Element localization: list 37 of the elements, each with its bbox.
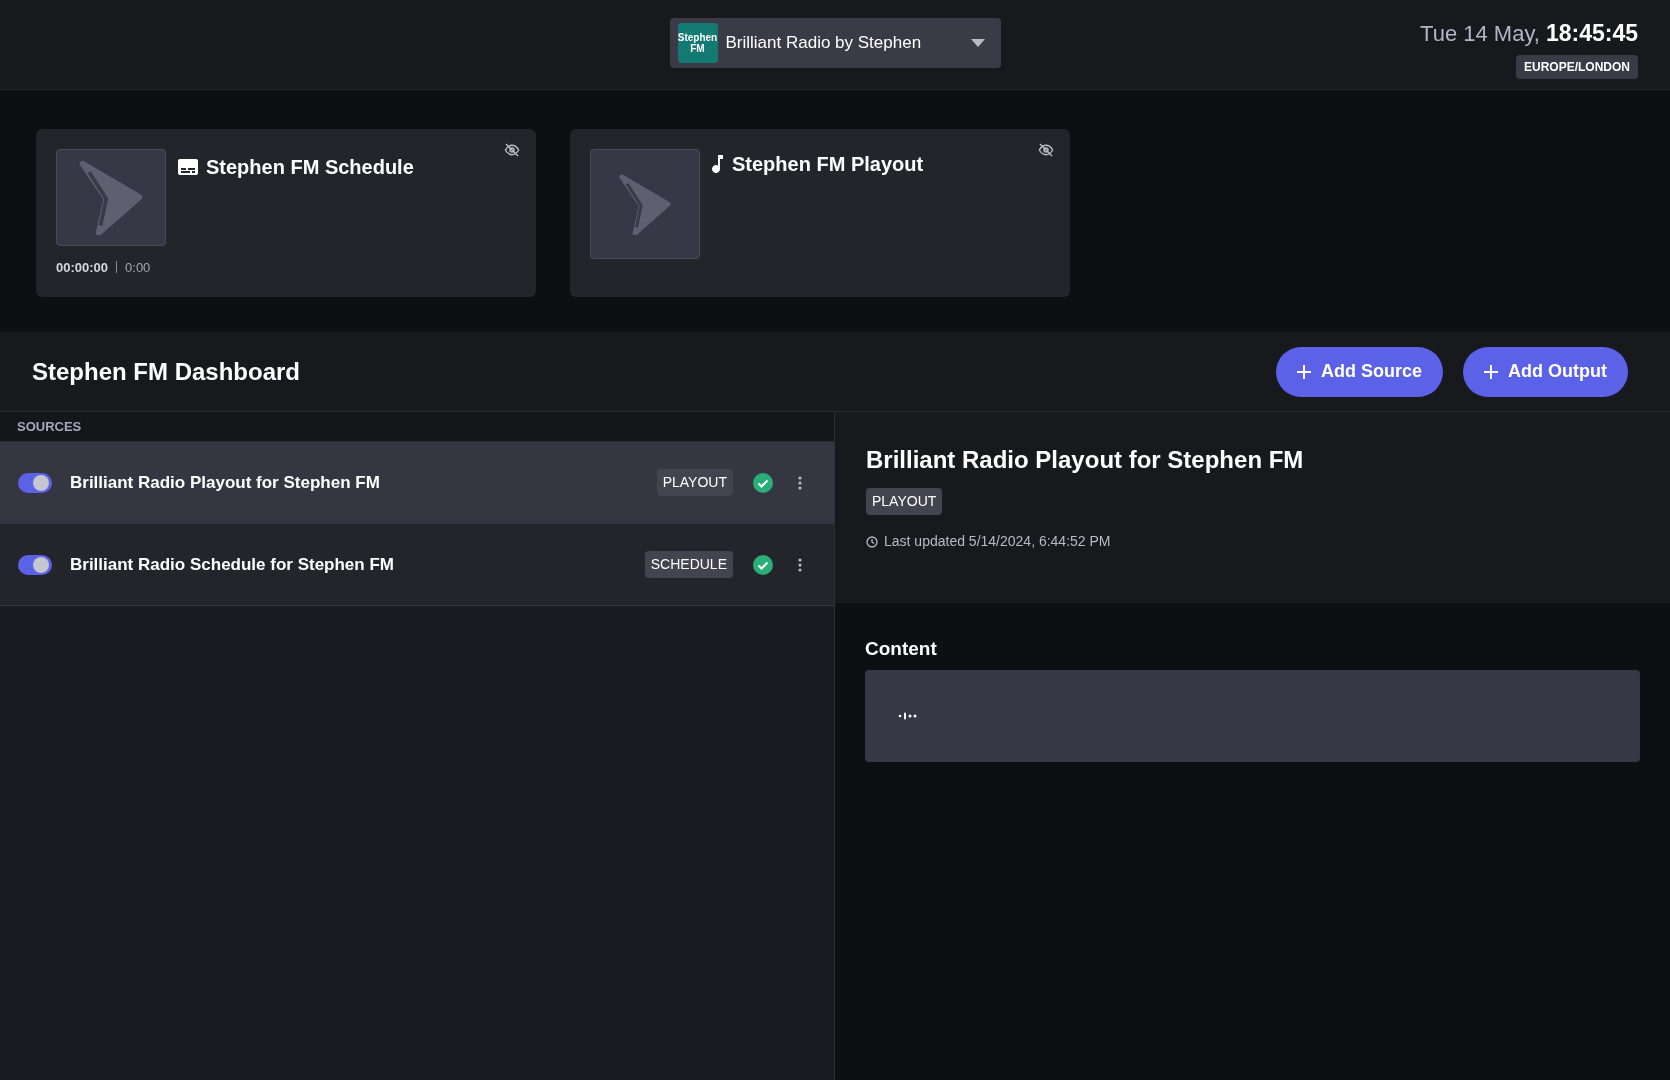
more-vertical-icon[interactable]	[798, 557, 802, 572]
source-tag: SCHEDULE	[644, 551, 733, 578]
more-vertical-icon[interactable]	[798, 475, 802, 490]
elapsed-time: 00:00:00	[56, 258, 109, 277]
sources-heading: SOURCES	[17, 417, 82, 436]
timezone-badge: EUROPE/LONDON	[1516, 54, 1638, 79]
source-name: Brilliant Radio Playout for Stephen FM	[70, 471, 381, 494]
plus-icon	[1297, 364, 1311, 379]
dashboard-title: Stephen FM Dashboard	[32, 356, 302, 387]
clock-time: 18:45:45	[1545, 19, 1638, 48]
date-text: Tue 14 May,	[1420, 20, 1540, 48]
source-row[interactable]: Brilliant Radio Schedule for Stephen FM SCHEDULE	[0, 524, 834, 606]
add-button[interactable]: Add Source	[1276, 346, 1444, 397]
detail-tag: PLAYOUT	[866, 488, 943, 515]
subtitles-icon	[178, 159, 198, 175]
source-tag: PLAYOUT	[656, 469, 733, 496]
content-heading: Content	[865, 637, 938, 661]
music-note-icon	[712, 155, 724, 173]
hidden-eye-icon[interactable]	[1038, 143, 1054, 157]
last-updated-text: Last updated 5/14/2024, 6:44:52 PM	[884, 532, 1111, 551]
station-logo: Stephen FM	[677, 22, 718, 63]
add-button[interactable]: Add Output	[1463, 346, 1628, 397]
caret-icon	[970, 38, 985, 47]
toggle-switch[interactable]	[18, 554, 52, 575]
detail-title: Brilliant Radio Playout for Stephen FM	[866, 445, 1304, 475]
hidden-eye-icon[interactable]	[504, 143, 520, 157]
duration-time: 0:00	[125, 258, 151, 277]
toggle-switch[interactable]	[18, 472, 52, 493]
source-name: Brilliant Radio Schedule for Stephen FM	[70, 553, 395, 576]
check-circle-icon	[753, 554, 773, 575]
clock-icon	[866, 535, 878, 548]
plus-icon	[1484, 364, 1499, 379]
player-title: Stephen FM Playout	[732, 152, 924, 177]
loading-dots-icon	[898, 711, 918, 720]
source-row[interactable]: Brilliant Radio Playout for Stephen FM PLAYOUT	[0, 442, 834, 524]
check-circle-icon	[753, 472, 773, 493]
player-title: Stephen FM Schedule	[206, 155, 414, 180]
